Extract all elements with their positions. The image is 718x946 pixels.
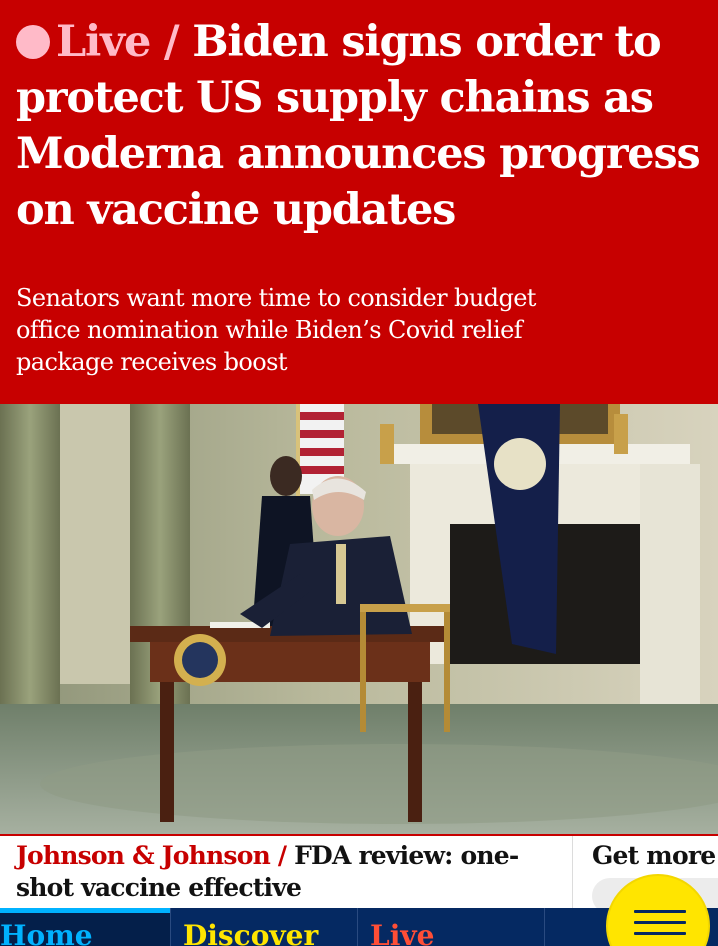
related-article-link[interactable]: Johnson & Johnson / FDA review: one-shot… xyxy=(16,840,556,904)
article-photo xyxy=(0,404,718,834)
related-kicker: Johnson & Johnson / xyxy=(16,841,287,870)
kicker-separator: / xyxy=(163,17,180,67)
standfirst: Senators want more time to consider budg… xyxy=(16,284,536,376)
get-more-link[interactable]: Get more o xyxy=(592,840,718,872)
hamburger-menu-icon xyxy=(634,910,686,944)
nav-tab-discover[interactable]: Discover xyxy=(171,908,358,946)
nav-tab-live[interactable]: Live xyxy=(358,908,545,946)
related-articles-strip: Johnson & Johnson / FDA review: one-shot… xyxy=(0,834,718,914)
related-kicker-separator: / xyxy=(277,841,287,870)
nav-home-label: Home xyxy=(0,919,93,946)
live-indicator-icon xyxy=(16,25,50,59)
nav-discover-label: Discover xyxy=(183,919,319,946)
nav-tab-home[interactable]: Home xyxy=(0,908,171,946)
photo-illustration xyxy=(0,404,718,834)
live-kicker: Live / xyxy=(56,17,192,67)
related-kicker-text: Johnson & Johnson xyxy=(16,841,271,870)
teaser-divider xyxy=(572,836,573,910)
nav-live-label: Live xyxy=(370,919,435,946)
headline: Live / Biden signs order to protect US s… xyxy=(16,14,706,238)
live-label: Live xyxy=(56,17,151,67)
article-header: Live / Biden signs order to protect US s… xyxy=(0,0,718,404)
